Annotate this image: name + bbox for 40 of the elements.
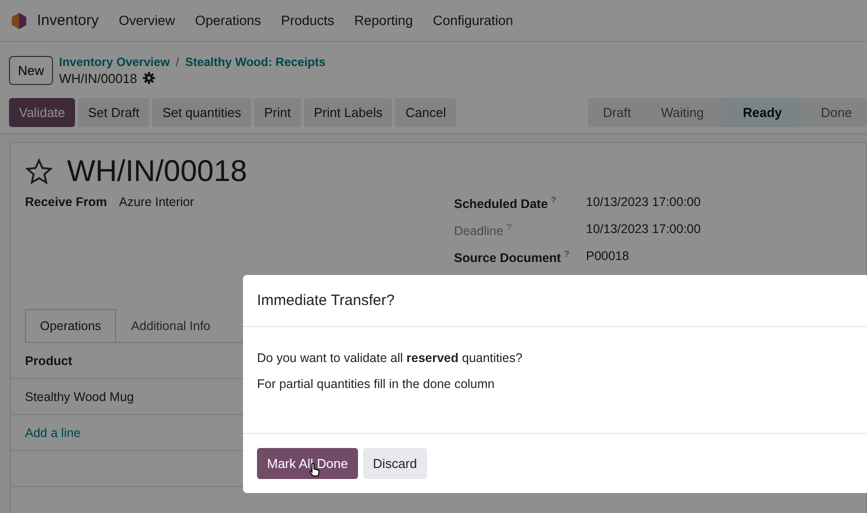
field-label: Source Document $^{?}$ <box>454 249 570 268</box>
hexagon-logo-icon[interactable] <box>10 12 28 30</box>
record-name: WH/IN/00018 <box>59 70 138 86</box>
status-stage[interactable]: Ready <box>718 98 806 127</box>
dialog-title: Immediate Transfer? <box>257 292 395 309</box>
field-value: 10/13/2023 17:00:00 <box>586 222 701 238</box>
status-stage[interactable]: Done <box>806 98 867 127</box>
breadcrumb-link[interactable]: Inventory Overview <box>59 54 170 68</box>
action-button[interactable]: Set Draft <box>78 98 150 127</box>
status-stage[interactable]: Waiting <box>646 98 719 127</box>
menu-item[interactable]: Overview <box>118 13 175 28</box>
breadcrumb-link[interactable]: Stealthy Wood: Receipts <box>185 54 326 68</box>
breadcrumb-separator: / <box>176 54 180 68</box>
action-button[interactable]: Print Labels <box>304 98 392 127</box>
action-button[interactable]: Validate <box>9 98 76 127</box>
menu-item[interactable]: Products <box>281 13 334 28</box>
record-title: WH/IN/00018 <box>67 155 248 189</box>
field-label: Deadline $^{?}$ <box>454 222 512 240</box>
action-button[interactable]: Set quantities <box>152 98 252 127</box>
gear-icon[interactable] <box>143 72 156 84</box>
dialog-hint: For partial quantities fill in the done column <box>257 377 496 391</box>
menu-item[interactable]: Configuration <box>432 13 514 28</box>
new-button[interactable]: New <box>9 56 54 84</box>
app-name[interactable]: Inventory <box>37 12 99 29</box>
field-label: Scheduled Date $^{?}$ <box>454 195 558 214</box>
add-line-link[interactable]: Add a line <box>25 426 81 440</box>
menu-item[interactable]: Operations <box>194 13 262 28</box>
form-tab[interactable]: Operations <box>25 309 116 342</box>
field-value: 10/13/2023 17:00:00 <box>586 195 701 211</box>
field-value: Azure Interior <box>119 195 194 211</box>
action-button[interactable]: Print <box>254 98 301 127</box>
form-tab[interactable]: Additional Info <box>116 309 226 342</box>
action-button[interactable]: Cancel <box>395 98 456 127</box>
dialog-question: Do you want to validate all reserved quantities? <box>257 351 524 365</box>
status-stage[interactable]: Draft <box>588 98 646 127</box>
dialog-button[interactable]: Discard <box>362 448 427 479</box>
star-icon[interactable] <box>25 158 53 186</box>
menu-item[interactable]: Reporting <box>354 13 413 28</box>
field-label: Receive From <box>25 195 108 211</box>
field-value: P00018 <box>586 249 630 265</box>
